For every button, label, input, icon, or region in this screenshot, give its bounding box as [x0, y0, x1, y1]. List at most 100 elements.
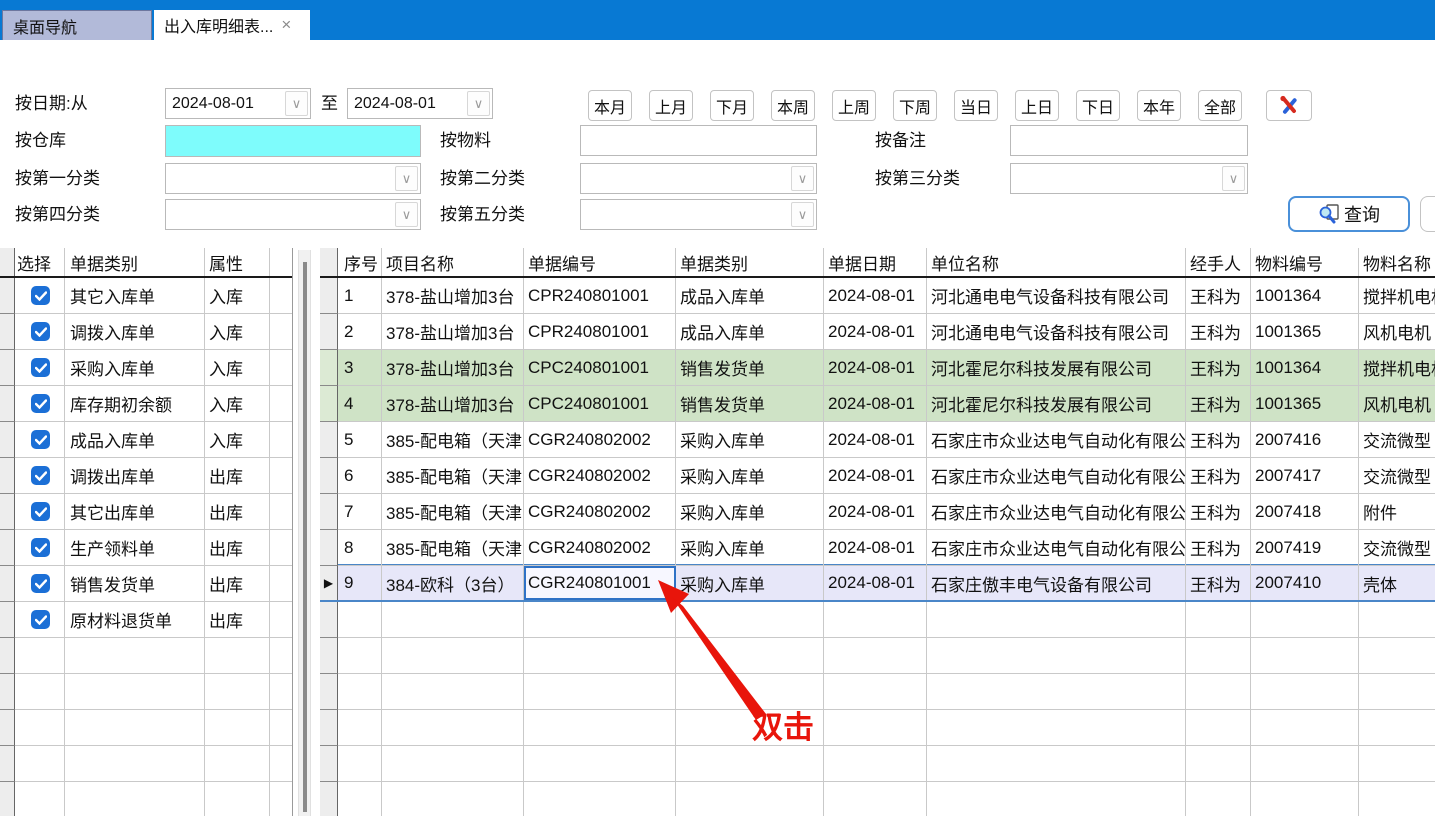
cell-material_name[interactable]: 附件 — [1359, 494, 1435, 530]
cell-date[interactable]: 2024-08-01 — [824, 530, 927, 566]
cell-company[interactable]: 河北霍尼尔科技发展有限公司 — [927, 386, 1186, 422]
warehouse-input[interactable] — [165, 125, 421, 157]
cell-doc_type[interactable]: 采购入库单 — [676, 422, 824, 458]
cell-doc_type[interactable]: 采购入库单 — [676, 530, 824, 566]
vertical-scrollbar[interactable] — [298, 250, 311, 816]
cell-date[interactable]: 2024-08-01 — [824, 494, 927, 530]
detail-row[interactable]: 6385-配电箱（天津CGR240802002采购入库单2024-08-01石家… — [320, 458, 1435, 494]
cell-material_name[interactable]: 风机电机 — [1359, 386, 1435, 422]
tab-close-icon[interactable]: × — [281, 15, 291, 35]
cell-material_no[interactable]: 2007410 — [1251, 566, 1359, 600]
cell-doc_no[interactable]: CPR240801001 — [524, 314, 676, 350]
cell-project[interactable]: 378-盐山增加3台 — [382, 278, 524, 314]
category3-select[interactable]: ∨ — [1010, 163, 1248, 194]
quick-date-button-2[interactable]: 下月 — [710, 90, 754, 121]
doc-type-checkbox[interactable] — [31, 502, 50, 521]
cell-material_name[interactable]: 风机电机 — [1359, 314, 1435, 350]
detail-row[interactable]: 1378-盐山增加3台CPR240801001成品入库单2024-08-01河北… — [320, 278, 1435, 314]
cell-seq[interactable]: 3 — [338, 350, 382, 386]
detail-row[interactable]: 7385-配电箱（天津CGR240802002采购入库单2024-08-01石家… — [320, 494, 1435, 530]
cell-material_no[interactable]: 1001364 — [1251, 350, 1359, 386]
quick-date-button-6[interactable]: 当日 — [954, 90, 998, 121]
cell-doc_no[interactable]: CGR240802002 — [524, 458, 676, 494]
cell-handler[interactable]: 王科为 — [1186, 494, 1251, 530]
category5-select[interactable]: ∨ — [580, 199, 817, 230]
quick-date-button-0[interactable]: 本月 — [588, 90, 632, 121]
quick-date-button-7[interactable]: 上日 — [1015, 90, 1059, 121]
doc-type-checkbox[interactable] — [31, 538, 50, 557]
quick-date-button-9[interactable]: 本年 — [1137, 90, 1181, 121]
detail-row[interactable]: 2378-盐山增加3台CPR240801001成品入库单2024-08-01河北… — [320, 314, 1435, 350]
cell-handler[interactable]: 王科为 — [1186, 314, 1251, 350]
cell-seq[interactable]: 2 — [338, 314, 382, 350]
cell-material_no[interactable]: 2007417 — [1251, 458, 1359, 494]
partial-button-edge[interactable] — [1420, 196, 1435, 232]
cell-material_no[interactable]: 1001365 — [1251, 386, 1359, 422]
cell-seq[interactable]: 9 — [338, 566, 382, 600]
cell-date[interactable]: 2024-08-01 — [824, 386, 927, 422]
cell-date[interactable]: 2024-08-01 — [824, 350, 927, 386]
cell-seq[interactable]: 5 — [338, 422, 382, 458]
cell-project[interactable]: 385-配电箱（天津 — [382, 494, 524, 530]
cell-material_no[interactable]: 2007418 — [1251, 494, 1359, 530]
cell-project[interactable]: 385-配电箱（天津 — [382, 458, 524, 494]
cell-doc_no[interactable]: CGR240802002 — [524, 530, 676, 566]
detail-row[interactable]: 4378-盐山增加3台CPC240801001销售发货单2024-08-01河北… — [320, 386, 1435, 422]
cell-company[interactable]: 石家庄市众业达电气自动化有限公司 — [927, 458, 1186, 494]
cell-handler[interactable]: 王科为 — [1186, 350, 1251, 386]
cell-project[interactable]: 378-盐山增加3台 — [382, 386, 524, 422]
cell-doc_no[interactable]: CGR240802002 — [524, 494, 676, 530]
cell-doc_type[interactable]: 采购入库单 — [676, 458, 824, 494]
doc-type-checkbox[interactable] — [31, 358, 50, 377]
cell-seq[interactable]: 8 — [338, 530, 382, 566]
cell-material_no[interactable]: 2007416 — [1251, 422, 1359, 458]
quick-date-button-8[interactable]: 下日 — [1076, 90, 1120, 121]
date-to-picker[interactable]: 2024-08-01 ∨ — [347, 88, 493, 119]
tools-button[interactable] — [1266, 90, 1312, 121]
chevron-down-icon[interactable]: ∨ — [791, 166, 814, 191]
cell-project[interactable]: 378-盐山增加3台 — [382, 350, 524, 386]
cell-doc_no[interactable]: CPR240801001 — [524, 278, 676, 314]
cell-doc_no[interactable]: CPC240801001 — [524, 350, 676, 386]
cell-material_name[interactable]: 壳体 — [1359, 566, 1435, 600]
cell-date[interactable]: 2024-08-01 — [824, 458, 927, 494]
chevron-down-icon[interactable]: ∨ — [791, 202, 814, 227]
cell-material_no[interactable]: 1001364 — [1251, 278, 1359, 314]
doc-type-checkbox[interactable] — [31, 574, 50, 593]
cell-project[interactable]: 378-盐山增加3台 — [382, 314, 524, 350]
cell-date[interactable]: 2024-08-01 — [824, 566, 927, 600]
cell-seq[interactable]: 7 — [338, 494, 382, 530]
remark-input[interactable] — [1010, 125, 1248, 156]
cell-project[interactable]: 385-配电箱（天津 — [382, 530, 524, 566]
cell-doc_no[interactable]: CPC240801001 — [524, 386, 676, 422]
cell-project[interactable]: 385-配电箱（天津 — [382, 422, 524, 458]
cell-company[interactable]: 石家庄市众业达电气自动化有限公司 — [927, 422, 1186, 458]
doc-type-checkbox[interactable] — [31, 610, 50, 629]
cell-date[interactable]: 2024-08-01 — [824, 422, 927, 458]
detail-row[interactable]: 5385-配电箱（天津CGR240802002采购入库单2024-08-01石家… — [320, 422, 1435, 458]
cell-company[interactable]: 河北通电电气设备科技有限公司 — [927, 278, 1186, 314]
cell-project[interactable]: 384-欧科（3台） — [382, 566, 524, 600]
cell-handler[interactable]: 王科为 — [1186, 566, 1251, 600]
doc-type-checkbox[interactable] — [31, 322, 50, 341]
doc-type-checkbox[interactable] — [31, 394, 50, 413]
cell-doc_type[interactable]: 销售发货单 — [676, 386, 824, 422]
cell-handler[interactable]: 王科为 — [1186, 386, 1251, 422]
chevron-down-icon[interactable]: ∨ — [285, 91, 308, 116]
quick-date-button-3[interactable]: 本周 — [771, 90, 815, 121]
cell-company[interactable]: 石家庄市众业达电气自动化有限公司 — [927, 530, 1186, 566]
detail-row[interactable]: 3378-盐山增加3台CPC240801001销售发货单2024-08-01河北… — [320, 350, 1435, 386]
cell-doc_type[interactable]: 采购入库单 — [676, 494, 824, 530]
cell-material_name[interactable]: 交流微型 — [1359, 422, 1435, 458]
scrollbar-thumb[interactable] — [303, 262, 307, 812]
cell-material_name[interactable]: 搅拌机电机 — [1359, 278, 1435, 314]
quick-date-button-1[interactable]: 上月 — [649, 90, 693, 121]
tab-inout-detail[interactable]: 出入库明细表... × — [154, 10, 310, 40]
doc-type-checkbox[interactable] — [31, 466, 50, 485]
selected-doc-no-cell[interactable]: CGR240801001 — [524, 566, 676, 600]
detail-row[interactable]: 8385-配电箱（天津CGR240802002采购入库单2024-08-01石家… — [320, 530, 1435, 566]
cell-doc_type[interactable]: 销售发货单 — [676, 350, 824, 386]
doc-type-checkbox[interactable] — [31, 430, 50, 449]
cell-material_name[interactable]: 搅拌机电机 — [1359, 350, 1435, 386]
cell-material_name[interactable]: 交流微型 — [1359, 458, 1435, 494]
